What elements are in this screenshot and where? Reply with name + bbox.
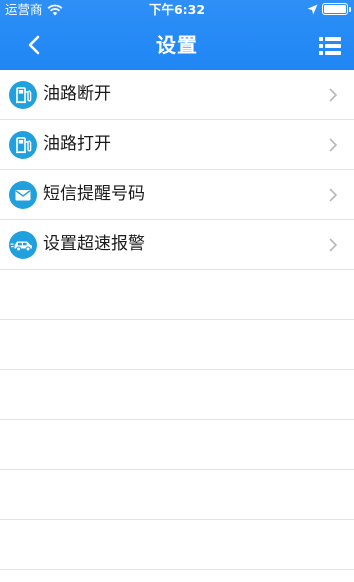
envelope-icon (9, 181, 37, 209)
chevron-right-icon (329, 188, 338, 202)
settings-item-label: 油路断开 (43, 84, 111, 104)
empty-table-row (0, 270, 354, 320)
status-right-group (307, 3, 351, 15)
car-speed-icon (9, 231, 37, 259)
page-title: 设置 (156, 33, 198, 57)
chevron-right-icon (329, 238, 338, 252)
settings-item-fuel-on[interactable]: 油路打开 (0, 120, 354, 170)
empty-table-row (0, 420, 354, 470)
battery-fill (324, 5, 346, 13)
settings-item-label: 短信提醒号码 (43, 184, 145, 204)
chevron-right-icon (329, 138, 338, 152)
settings-item-label: 设置超速报警 (43, 234, 145, 254)
empty-table-row (0, 370, 354, 420)
empty-table-row (0, 470, 354, 520)
app-header: 运营商 下午6:32 设置 (0, 0, 354, 70)
empty-table-row (0, 520, 354, 570)
status-time: 下午6:32 (148, 2, 206, 17)
settings-list: 油路断开 油路打开 短信提醒号码 设置超速报警 (0, 70, 354, 570)
settings-item-label: 油路打开 (43, 134, 111, 154)
location-arrow-icon (307, 4, 318, 14)
fuel-pump-icon (9, 81, 37, 109)
settings-item-overspeed-alarm[interactable]: 设置超速报警 (0, 220, 354, 270)
nav-bar: 设置 (0, 20, 354, 70)
fuel-pump-icon (9, 131, 37, 159)
empty-table-row (0, 320, 354, 370)
battery-icon (322, 3, 351, 15)
menu-button[interactable] (318, 35, 342, 57)
status-bar: 运营商 下午6:32 (0, 0, 354, 20)
settings-item-sms-number[interactable]: 短信提醒号码 (0, 170, 354, 220)
chevron-right-icon (329, 88, 338, 102)
list-menu-icon (319, 37, 341, 55)
settings-item-fuel-off[interactable]: 油路断开 (0, 70, 354, 120)
